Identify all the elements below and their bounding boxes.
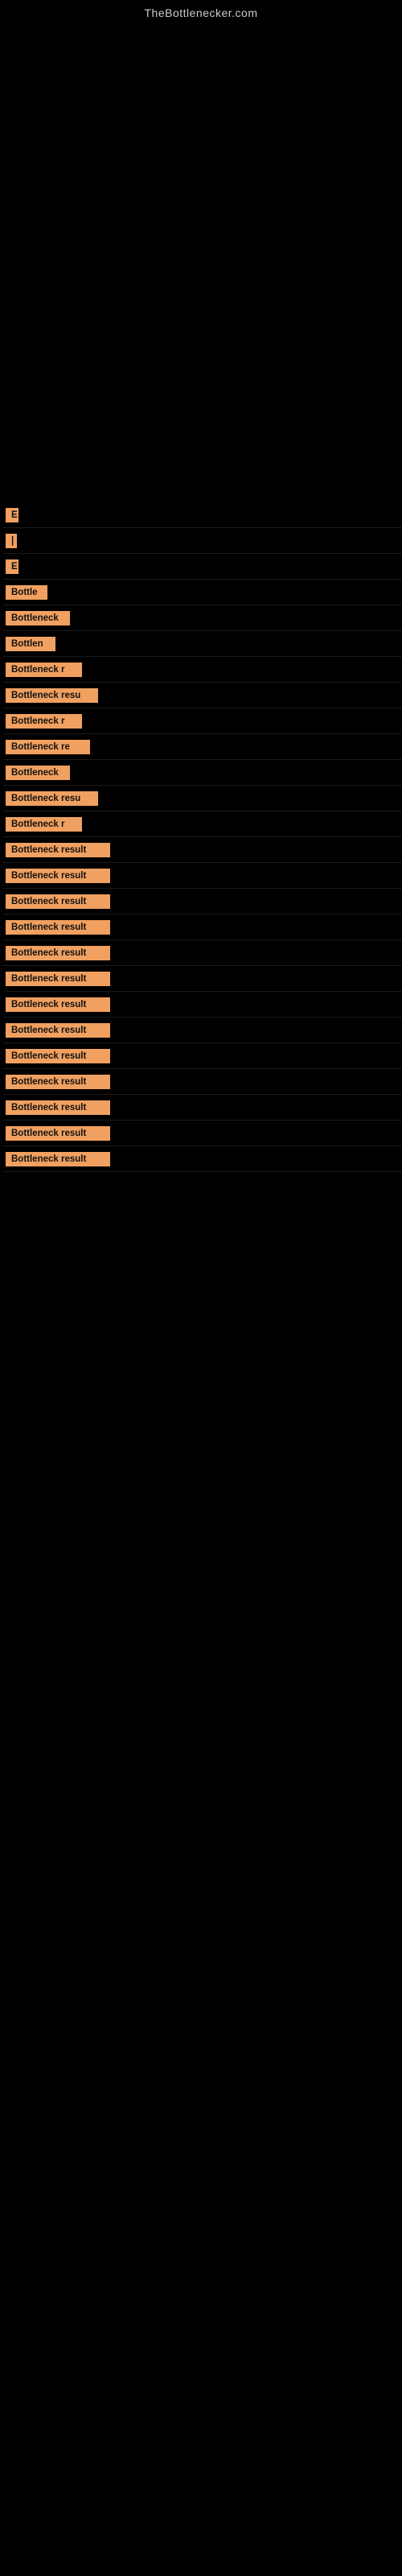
list-item: Bottleneck result <box>3 1018 402 1043</box>
list-item: Bottleneck result <box>3 966 402 992</box>
bottleneck-result-chip[interactable]: Bottleneck result <box>6 894 110 909</box>
bottleneck-result-chip[interactable]: Bottleneck resu <box>6 688 98 703</box>
list-item: E <box>3 554 402 580</box>
bottleneck-result-chip[interactable]: Bottlen <box>6 637 55 651</box>
bottleneck-result-chip[interactable]: Bottleneck re <box>6 740 90 754</box>
list-item: Bottleneck <box>3 760 402 786</box>
list-item: E <box>3 502 402 528</box>
list-item: Bottleneck r <box>3 657 402 683</box>
list-item: Bottleneck result <box>3 1121 402 1146</box>
list-item: Bottleneck result <box>3 1095 402 1121</box>
list-item: Bottleneck resu <box>3 683 402 708</box>
bottleneck-result-chip[interactable]: Bottleneck result <box>6 1023 110 1038</box>
list-item: Bottleneck result <box>3 940 402 966</box>
bottleneck-result-chip[interactable]: E <box>6 559 18 574</box>
bottleneck-result-chip[interactable]: Bottleneck <box>6 766 70 780</box>
bottleneck-result-chip[interactable]: Bottle <box>6 585 47 600</box>
list-item: Bottleneck result <box>3 1043 402 1069</box>
bottleneck-result-chip[interactable]: Bottleneck r <box>6 817 82 832</box>
site-title: TheBottlenecker.com <box>0 0 402 19</box>
list-item: Bottleneck r <box>3 708 402 734</box>
list-item: | <box>3 528 402 554</box>
bottleneck-result-chip[interactable]: Bottleneck result <box>6 1100 110 1115</box>
bottleneck-result-chip[interactable]: Bottleneck r <box>6 714 82 729</box>
bottleneck-result-chip[interactable]: | <box>6 534 17 548</box>
list-item: Bottleneck result <box>3 914 402 940</box>
list-item: Bottlen <box>3 631 402 657</box>
list-item: Bottle <box>3 580 402 605</box>
bottleneck-result-chip[interactable]: Bottleneck resu <box>6 791 98 806</box>
bottleneck-result-chip[interactable]: Bottleneck result <box>6 1075 110 1089</box>
items-list: E | E Bottle Bottleneck Bottlen Bottleneck r Bo… <box>0 502 402 1172</box>
bottleneck-result-chip[interactable]: Bottleneck result <box>6 843 110 857</box>
bottleneck-result-chip[interactable]: Bottleneck result <box>6 869 110 883</box>
bottleneck-result-chip[interactable]: Bottleneck result <box>6 1049 110 1063</box>
list-item: Bottleneck resu <box>3 786 402 811</box>
bottleneck-result-chip[interactable]: Bottleneck result <box>6 997 110 1012</box>
bottleneck-result-chip[interactable]: Bottleneck result <box>6 1152 110 1166</box>
list-item: Bottleneck result <box>3 992 402 1018</box>
list-item: Bottleneck result <box>3 1146 402 1172</box>
list-item: Bottleneck result <box>3 837 402 863</box>
bottleneck-result-chip[interactable]: Bottleneck r <box>6 663 82 677</box>
bottleneck-result-chip[interactable]: Bottleneck result <box>6 972 110 986</box>
list-item: Bottleneck re <box>3 734 402 760</box>
list-item: Bottleneck result <box>3 863 402 889</box>
list-item: Bottleneck result <box>3 1069 402 1095</box>
bottleneck-result-chip[interactable]: Bottleneck result <box>6 1126 110 1141</box>
bottleneck-result-chip[interactable]: Bottleneck <box>6 611 70 625</box>
bottleneck-result-chip[interactable]: Bottleneck result <box>6 946 110 960</box>
list-item: Bottleneck r <box>3 811 402 837</box>
bottleneck-result-chip[interactable]: Bottleneck result <box>6 920 110 935</box>
list-item: Bottleneck result <box>3 889 402 914</box>
bottleneck-result-chip[interactable]: E <box>6 508 18 522</box>
list-item: Bottleneck <box>3 605 402 631</box>
